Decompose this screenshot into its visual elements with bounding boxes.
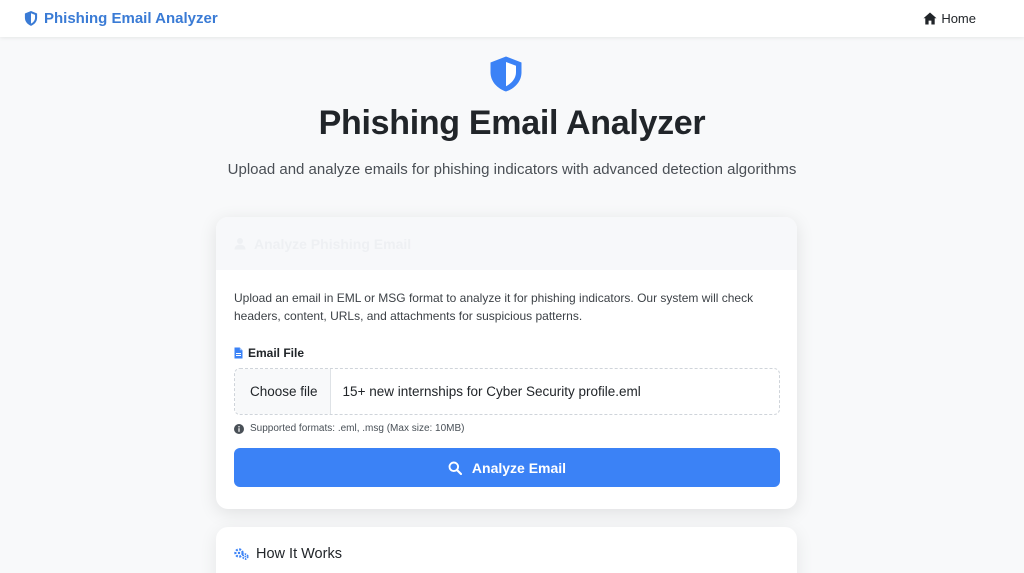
email-file-label-text: Email File xyxy=(248,346,305,360)
how-it-works-card: How It Works xyxy=(216,527,797,573)
page-subtitle: Upload and analyze emails for phishing i… xyxy=(227,161,797,178)
user-secret-icon xyxy=(234,238,246,250)
card-header: Analyze Phishing Email xyxy=(216,217,797,270)
navbar: Phishing Email Analyzer Home xyxy=(0,0,1024,37)
nav-home-label: Home xyxy=(941,11,976,26)
page-title: Phishing Email Analyzer xyxy=(318,104,706,142)
file-help-label: Supported formats: .eml, .msg (Max size:… xyxy=(250,423,465,434)
file-help-text: Supported formats: .eml, .msg (Max size:… xyxy=(234,423,779,434)
email-file-input[interactable]: Choose file 15+ new internships for Cybe… xyxy=(234,368,780,415)
card-header-title: Analyze Phishing Email xyxy=(254,235,412,252)
choose-file-button[interactable]: Choose file xyxy=(235,369,331,414)
home-icon xyxy=(923,12,937,25)
email-file-label: Email File xyxy=(234,346,779,360)
hero-shield-icon xyxy=(490,56,522,92)
how-it-works-header: How It Works xyxy=(216,527,797,573)
selected-file-name: 15+ new internships for Cyber Security p… xyxy=(342,384,641,399)
analyze-card: Analyze Phishing Email Upload an email i… xyxy=(216,217,797,509)
file-icon xyxy=(234,347,243,359)
analyze-email-label: Analyze Email xyxy=(471,459,567,476)
search-icon xyxy=(448,461,462,475)
gears-icon xyxy=(234,547,249,560)
analyze-email-button[interactable]: Analyze Email xyxy=(234,448,780,487)
how-it-works-title: How It Works xyxy=(256,545,342,562)
brand-link[interactable]: Phishing Email Analyzer xyxy=(24,10,218,27)
card-description: Upload an email in EML or MSG format to … xyxy=(234,291,754,323)
shield-icon xyxy=(24,11,38,26)
brand-label: Phishing Email Analyzer xyxy=(44,10,218,27)
info-circle-icon xyxy=(234,423,244,434)
nav-home-link[interactable]: Home xyxy=(923,11,976,26)
card-body: Upload an email in EML or MSG format to … xyxy=(216,270,797,506)
